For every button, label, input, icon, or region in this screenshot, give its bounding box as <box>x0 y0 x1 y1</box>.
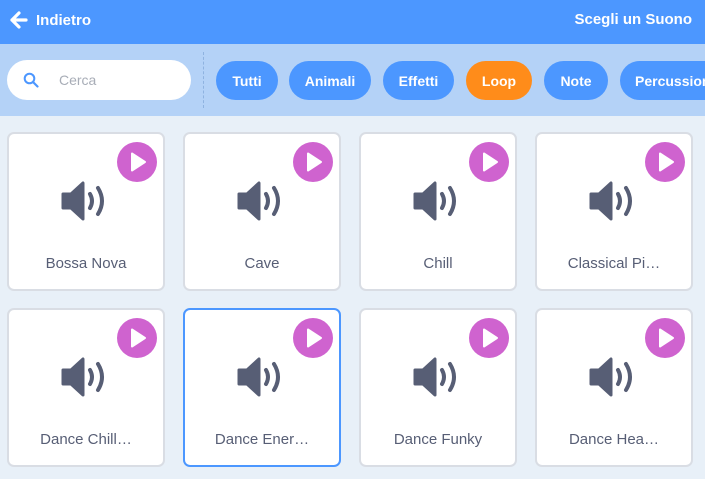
play-icon <box>131 152 146 172</box>
sound-name: Dance Funky <box>393 431 483 448</box>
sound-name: Bossa Nova <box>45 255 127 272</box>
play-icon <box>659 328 674 348</box>
play-icon <box>483 328 498 348</box>
back-label: Indietro <box>36 11 91 29</box>
play-button[interactable] <box>293 142 333 182</box>
filter-bar: Tutti Animali Effetti Loop Note Percussi… <box>0 44 705 116</box>
play-button[interactable] <box>117 142 157 182</box>
speaker-icon <box>237 181 280 221</box>
speaker-icon <box>589 181 632 221</box>
back-button[interactable]: Indietro <box>10 9 91 31</box>
sound-name: Dance Ener… <box>214 431 310 448</box>
play-button[interactable] <box>645 142 685 182</box>
header-bar: Indietro Scegli un Suono <box>0 0 705 44</box>
sound-card[interactable]: Classical Pi… <box>535 132 693 291</box>
play-icon <box>659 152 674 172</box>
speaker-icon <box>237 357 280 397</box>
filter-chip-effetti[interactable]: Effetti <box>383 61 454 100</box>
sound-name: Chill <box>423 255 453 272</box>
sound-name: Classical Pi… <box>567 255 661 272</box>
play-icon <box>307 328 322 348</box>
arrow-left-icon <box>10 11 28 29</box>
filter-chip-note[interactable]: Note <box>544 61 608 100</box>
speaker-icon <box>413 357 456 397</box>
search-box[interactable] <box>7 60 191 100</box>
play-icon <box>131 328 146 348</box>
sound-card[interactable]: Dance Hea… <box>535 308 693 467</box>
filter-chip-loop[interactable]: Loop <box>466 61 532 100</box>
sound-grid: Bossa Nova Cave Chill Classical Pi… Danc… <box>0 116 705 479</box>
sound-name: Dance Hea… <box>568 431 660 448</box>
sound-name: Dance Chill… <box>40 431 132 448</box>
filter-divider <box>203 52 204 108</box>
sound-card[interactable]: Dance Chill… <box>7 308 165 467</box>
play-button[interactable] <box>117 318 157 358</box>
sound-card[interactable]: Cave <box>183 132 341 291</box>
filter-chip-percussioni[interactable]: Percussioni <box>620 61 705 100</box>
play-button[interactable] <box>469 318 509 358</box>
play-icon <box>307 152 322 172</box>
filter-chip-animali[interactable]: Animali <box>289 61 371 100</box>
speaker-icon <box>61 357 104 397</box>
search-icon <box>23 72 39 88</box>
search-input[interactable] <box>59 68 179 92</box>
play-button[interactable] <box>645 318 685 358</box>
filter-chip-tutti[interactable]: Tutti <box>216 61 278 100</box>
speaker-icon <box>589 357 632 397</box>
sound-card[interactable]: Chill <box>359 132 517 291</box>
speaker-icon <box>61 181 104 221</box>
sound-card[interactable]: Dance Funky <box>359 308 517 467</box>
page-title: Scegli un Suono <box>574 11 692 28</box>
play-button[interactable] <box>293 318 333 358</box>
sound-name: Cave <box>244 255 280 272</box>
play-icon <box>483 152 498 172</box>
speaker-icon <box>413 181 456 221</box>
sound-card[interactable]: Bossa Nova <box>7 132 165 291</box>
play-button[interactable] <box>469 142 509 182</box>
sound-card-selected[interactable]: Dance Ener… <box>183 308 341 467</box>
